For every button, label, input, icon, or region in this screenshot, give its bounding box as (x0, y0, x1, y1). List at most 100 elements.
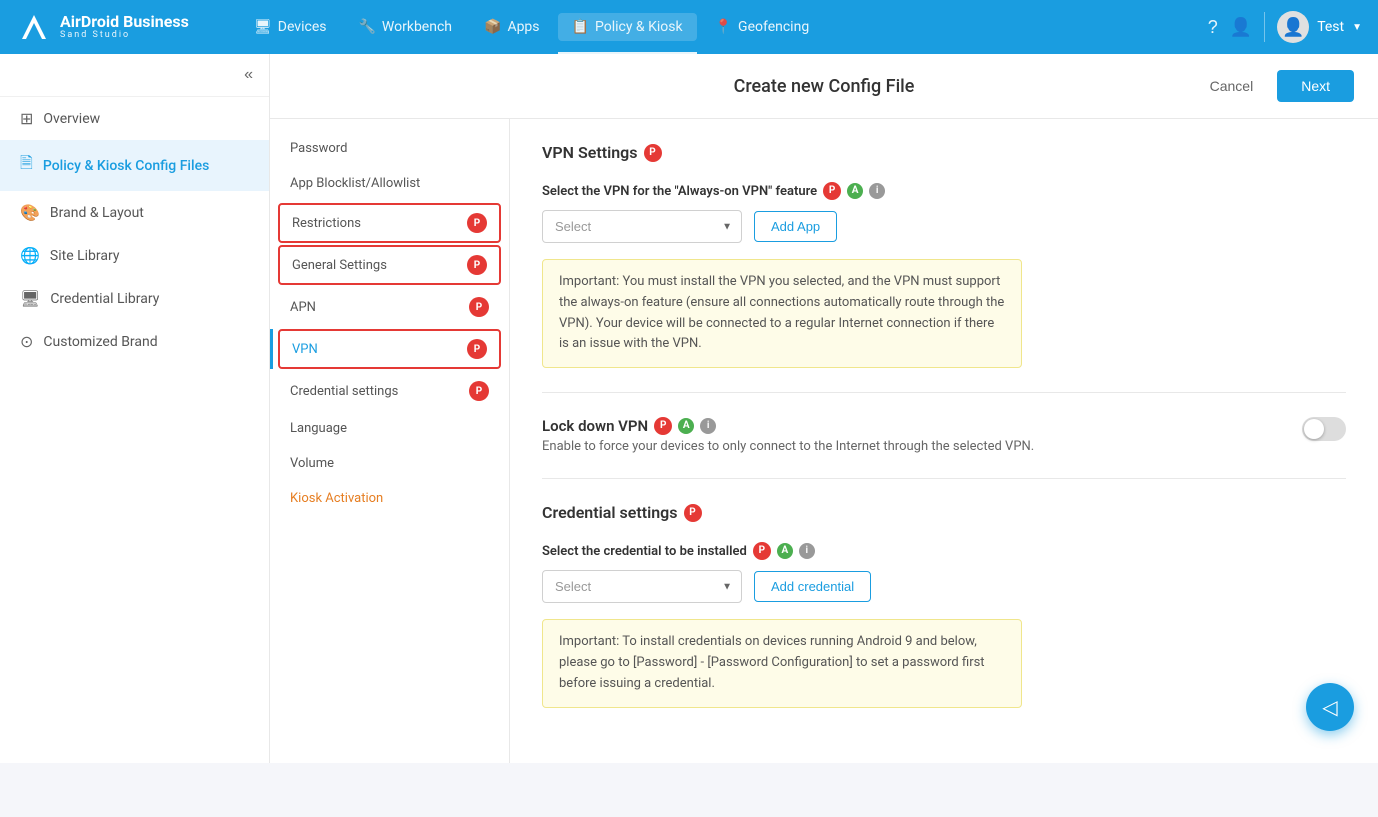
app-body: « ⊞ Overview 🗎 Policy & Kiosk Config Fil… (0, 54, 1378, 763)
sidebar-item-policy-kiosk-config[interactable]: 🗎 Policy & Kiosk Config Files (0, 140, 269, 191)
vpn-select-label: Select the VPN for the "Always-on VPN" f… (542, 182, 1346, 200)
page-header: Create new Config File Cancel Next (270, 54, 1378, 119)
devices-icon: 🖥 (254, 19, 272, 35)
cancel-button[interactable]: Cancel (1198, 72, 1266, 100)
user-name: Test (1317, 19, 1344, 35)
sidebar-item-site-library[interactable]: 🌐 Site Library (0, 234, 269, 277)
vpn-info-box: Important: You must install the VPN you … (542, 259, 1022, 368)
help-button[interactable]: ? (1208, 17, 1218, 38)
credential-select-platform-red: P (753, 542, 771, 560)
nav-right: ? 👤 👤 Test ▼ (1208, 11, 1362, 43)
workbench-icon: 🔧 (358, 19, 375, 35)
credential-divider (542, 478, 1346, 479)
config-menu-vpn[interactable]: VPN P (278, 329, 501, 369)
sidebar-item-overview[interactable]: ⊞ Overview (0, 97, 269, 140)
config-menu-password[interactable]: Password (270, 131, 509, 166)
vpn-select-input[interactable]: Select (542, 210, 742, 243)
vpn-add-app-button[interactable]: Add App (754, 211, 837, 242)
vpn-divider (542, 392, 1346, 393)
credential-select-row: Select ▼ Add credential (542, 570, 1346, 603)
collapse-button[interactable]: « (244, 66, 253, 84)
vpn-section-title: VPN Settings P (542, 143, 1346, 162)
vpn-platform-icon: P (644, 144, 662, 162)
lockdown-platform-red: P (654, 417, 672, 435)
policy-kiosk-icon: 🗎 (20, 152, 33, 179)
vpn-badge: P (467, 339, 487, 359)
site-library-icon: 🌐 (20, 246, 40, 265)
credential-select-info-icon[interactable]: i (799, 543, 815, 559)
nav-geofencing[interactable]: 📍 Geofencing (701, 13, 824, 41)
geofencing-icon: 📍 (715, 19, 732, 35)
vpn-select-row: Select ▼ Add App (542, 210, 1346, 243)
logo-icon (16, 9, 52, 45)
config-menu-general-settings[interactable]: General Settings P (278, 245, 501, 285)
credential-add-button[interactable]: Add credential (754, 571, 871, 602)
config-menu-credential-settings[interactable]: Credential settings P (270, 371, 509, 411)
apps-icon: 📦 (484, 19, 501, 35)
nav-workbench[interactable]: 🔧 Workbench (344, 13, 466, 41)
general-settings-badge: P (467, 255, 487, 275)
user-icon-button[interactable]: 👤 (1230, 17, 1252, 38)
next-button[interactable]: Next (1277, 70, 1354, 102)
credential-select-input[interactable]: Select (542, 570, 742, 603)
config-menu-language[interactable]: Language (270, 411, 509, 446)
nav-separator (1264, 12, 1265, 42)
vpn-select-android-icon: A (847, 183, 863, 199)
vpn-active-indicator (270, 329, 273, 369)
overview-icon: ⊞ (20, 109, 33, 128)
app-name: AirDroid Business (60, 13, 189, 31)
sidebar-item-brand-layout[interactable]: 🎨 Brand & Layout (0, 191, 269, 234)
lockdown-toggle[interactable] (1302, 417, 1346, 441)
fab-button[interactable]: ◁ (1306, 683, 1354, 731)
left-sidebar: « ⊞ Overview 🗎 Policy & Kiosk Config Fil… (0, 54, 270, 763)
vpn-select-platform-red: P (823, 182, 841, 200)
apn-badge: P (469, 297, 489, 317)
lockdown-info: Lock down VPN P A i Enable to force your… (542, 417, 1034, 454)
chevron-down-icon: ▼ (1352, 22, 1362, 33)
fab-icon: ◁ (1322, 695, 1337, 720)
nav-devices[interactable]: 🖥 Devices (240, 13, 340, 41)
sidebar-item-customized-brand[interactable]: ⊙ Customized Brand (0, 320, 269, 363)
sidebar-item-credential-library[interactable]: 🖥 Credential Library (0, 277, 269, 320)
credential-select-wrapper: Select ▼ (542, 570, 742, 603)
user-area[interactable]: 👤 Test ▼ (1277, 11, 1362, 43)
vpn-select-info-icon[interactable]: i (869, 183, 885, 199)
nav-policy-kiosk[interactable]: 📋 Policy & Kiosk (558, 13, 697, 41)
page-title: Create new Config File (734, 76, 915, 97)
credential-library-icon: 🖥 (20, 289, 40, 308)
toggle-knob (1304, 419, 1324, 439)
config-menu-kiosk-activation[interactable]: Kiosk Activation (270, 481, 509, 516)
lockdown-row: Lock down VPN P A i Enable to force your… (542, 417, 1346, 454)
lockdown-android-icon: A (678, 418, 694, 434)
app-logo: AirDroid Business Sand Studio (16, 9, 216, 45)
config-menu-volume[interactable]: Volume (270, 446, 509, 481)
top-navigation: AirDroid Business Sand Studio 🖥 Devices … (0, 0, 1378, 54)
credential-section-title: Credential settings P (542, 503, 1346, 522)
nav-items: 🖥 Devices 🔧 Workbench 📦 Apps 📋 Policy & … (240, 13, 1208, 41)
credential-select-label: Select the credential to be installed P … (542, 542, 1346, 560)
sidebar-header: « (0, 54, 269, 97)
lockdown-desc: Enable to force your devices to only con… (542, 439, 1034, 454)
credential-info-box: Important: To install credentials on dev… (542, 619, 1022, 707)
restrictions-badge: P (467, 213, 487, 233)
brand-icon: 🎨 (20, 203, 40, 222)
vpn-select-wrapper: Select ▼ (542, 210, 742, 243)
lockdown-info-icon[interactable]: i (700, 418, 716, 434)
config-sidebar: Password App Blocklist/Allowlist Restric… (270, 119, 510, 763)
main-content: VPN Settings P Select the VPN for the "A… (510, 119, 1378, 763)
policy-icon: 📋 (572, 19, 589, 35)
avatar: 👤 (1277, 11, 1309, 43)
customized-brand-icon: ⊙ (20, 332, 33, 351)
credential-platform-icon: P (684, 504, 702, 522)
credential-select-android-icon: A (777, 543, 793, 559)
config-menu-restrictions[interactable]: Restrictions P (278, 203, 501, 243)
content-area: Password App Blocklist/Allowlist Restric… (270, 119, 1378, 763)
app-subtitle: Sand Studio (60, 31, 189, 41)
nav-apps[interactable]: 📦 Apps (470, 13, 554, 41)
config-menu-apn[interactable]: APN P (270, 287, 509, 327)
lockdown-label: Lock down VPN P A i (542, 417, 1034, 435)
credential-settings-badge: P (469, 381, 489, 401)
config-menu-app-blocklist[interactable]: App Blocklist/Allowlist (270, 166, 509, 201)
vpn-item-wrapper: VPN P (270, 329, 509, 369)
main-area: Create new Config File Cancel Next Passw… (270, 54, 1378, 763)
